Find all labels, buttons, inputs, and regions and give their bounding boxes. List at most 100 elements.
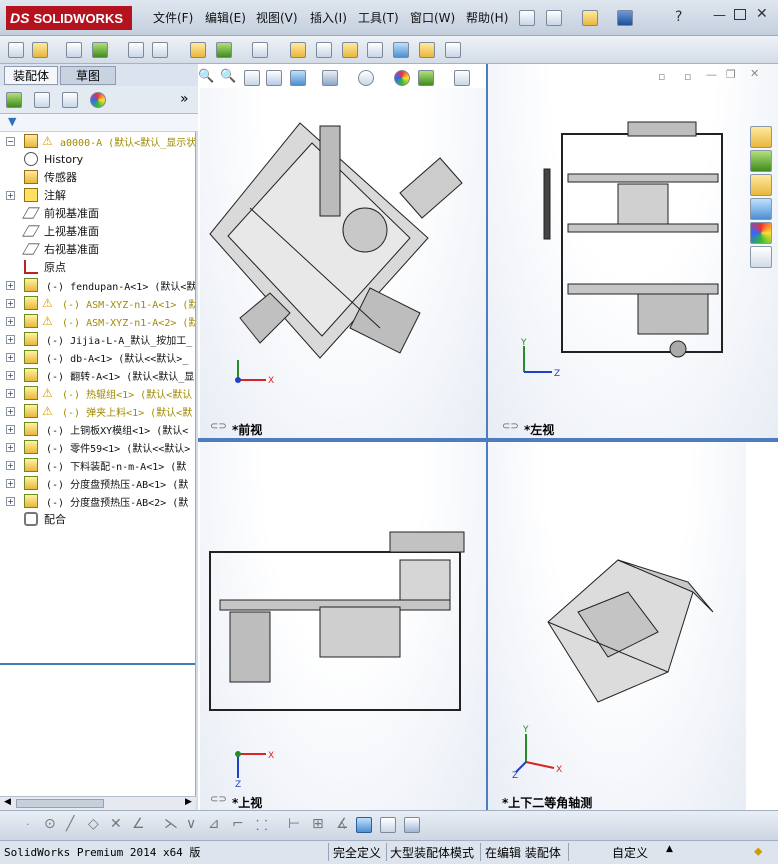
link-view-icon[interactable]: ⊂⊃ [210,421,227,432]
link-view-icon[interactable]: ⊂⊃ [210,794,227,805]
tag-icon[interactable]: ⬥ [754,844,762,859]
tree-item[interactable]: + ⚠ (-) ASM-XYZ-n1-A<1> (默 [0,294,195,312]
hide-show-items-icon[interactable] [358,70,374,86]
link-view-icon[interactable]: ⊂⊃ [502,421,519,432]
menu-file[interactable]: 文件(F) [153,9,193,26]
assembly-features-icon[interactable] [216,42,232,58]
tree-item[interactable]: + (-) 分度盘预热压-AB<1> (默 [0,474,195,492]
viewport-minimize-icon[interactable]: ▫ [658,70,665,83]
displaymanager-icon[interactable] [90,92,106,108]
tree-root[interactable]: − ⚠ a0000-A (默认<默认_显示状 [0,132,195,150]
view-3d-icon[interactable] [356,817,372,833]
edit-appearance-icon[interactable] [394,70,410,86]
expand-icon[interactable]: + [6,496,15,506]
view-settings-icon[interactable] [454,70,470,86]
expand-icon[interactable]: + [6,298,15,308]
tree-item[interactable]: + (-) 零件59<1> (默认<<默认> [0,438,195,456]
tree-item[interactable]: + ⚠ (-) 热辊组<1> (默认<默认 [0,384,195,402]
exploded-view-icon[interactable] [342,42,358,58]
polygon-icon[interactable]: ◇ [88,816,99,832]
tab-sketch[interactable]: 草图 [60,66,116,85]
smart-fasteners-icon[interactable] [128,42,144,58]
tab-assembly[interactable]: 装配体 [4,66,58,85]
new-document-icon[interactable] [546,10,562,26]
explode-line-sketch-icon[interactable] [367,42,383,58]
restore-icon[interactable] [734,9,746,20]
tree-item[interactable]: + (-) 上铜板XY模组<1> (默认< [0,420,195,438]
expand-icon[interactable]: + [6,352,15,362]
open-folder-icon[interactable] [582,10,598,26]
solidworks-logo[interactable]: DS SOLIDWORKS [6,6,132,30]
relation-icon[interactable]: ∡ [336,816,349,832]
insert-component-icon[interactable] [8,42,24,58]
viewport-tile-icon[interactable]: ▫ [684,70,691,83]
display-style-icon[interactable] [322,70,338,86]
expand-icon[interactable]: + [6,370,15,380]
mirror-icon[interactable]: ⋋ [164,816,178,832]
tree-item[interactable]: 右视基准面 [0,240,195,258]
dimension-icon[interactable]: ⊢ [288,816,300,832]
viewport-min-icon[interactable]: — [706,68,717,81]
line-icon[interactable]: ╱ [66,816,74,832]
tree-item[interactable]: + (-) fendupan-A<1> (默认<默 [0,276,195,294]
file-explorer-icon[interactable] [750,174,772,196]
corner-icon[interactable]: ⌐ [232,816,244,832]
expand-icon[interactable]: + [6,424,15,434]
view-orientation-icon[interactable] [290,70,306,86]
new-motion-study-icon[interactable] [290,42,306,58]
convert-entities-icon[interactable]: ⊿ [208,816,220,832]
menu-tools[interactable]: 工具(T) [358,9,399,26]
expand-icon[interactable]: + [6,406,15,416]
expand-icon[interactable]: + [6,190,15,200]
configurationmanager-icon[interactable] [62,92,78,108]
save-icon[interactable] [617,10,633,26]
zoom-area-icon[interactable]: 🔍 [220,69,236,84]
viewport-front[interactable]: X ⊂⊃ *前视 [200,88,486,438]
section-view-icon[interactable] [266,70,282,86]
menu-help[interactable]: 帮助(H) [466,9,508,26]
bill-of-materials-icon[interactable] [316,42,332,58]
expand-icon[interactable]: + [6,316,15,326]
four-view-icon[interactable] [404,817,420,833]
linear-pattern-icon[interactable] [92,42,108,58]
menu-edit[interactable]: 编辑(E) [205,9,246,26]
viewport-iso[interactable]: Y X Z *上下二等角轴测 [488,442,746,810]
spline-icon[interactable]: ⸬ [256,816,268,835]
expand-icon[interactable]: + [6,460,15,470]
point-icon[interactable]: · [26,818,30,831]
single-view-icon[interactable] [380,817,396,833]
collapse-icon[interactable]: − [6,136,15,146]
tree-item[interactable]: + (-) db-A<1> (默认<<默认>_ [0,348,195,366]
tree-horizontal-scrollbar[interactable]: ◀ ▶ [0,796,196,810]
custom-properties-icon[interactable] [750,246,772,268]
trim-icon[interactable]: ✕ [110,816,122,832]
view-palette-icon[interactable] [750,198,772,220]
circle-icon[interactable]: ⊙ [44,816,56,832]
featuremanager-tree-icon[interactable] [6,92,22,108]
close-icon[interactable]: ✕ [756,6,768,22]
propertymanager-icon[interactable] [34,92,50,108]
status-units[interactable]: 自定义 [612,844,648,861]
tree-item[interactable]: + ⚠ (-) 弹夹上料<1> (默认<默 [0,402,195,420]
scroll-right-icon[interactable]: ▶ [185,797,192,807]
viewport-close-icon[interactable]: ✕ [750,67,759,80]
pin-icon[interactable] [519,10,535,26]
tree-item[interactable]: + ⚠ (-) ASM-XYZ-n1-A<2> (默 [0,312,195,330]
show-hidden-icon[interactable] [190,42,206,58]
minimize-icon[interactable]: — [713,8,726,23]
apply-scene-icon[interactable] [418,70,434,86]
tree-item[interactable]: + 注解 [0,186,195,204]
viewport-top[interactable]: X Z ⊂⊃ *上视 [200,442,486,810]
expand-icon[interactable]: + [6,478,15,488]
viewport-left[interactable]: Y Z ⊂⊃ *左视 ▫ ▫ — ❐ ✕ [488,64,778,438]
graphics-area[interactable]: X ⊂⊃ *前视 Y Z ⊂⊃ *左视 ▫ ▫ — ❐ ✕ X Z ⊂⊃ *上视… [198,64,778,810]
filter-icon[interactable]: ▼ [8,115,16,128]
help-icon[interactable]: ? [675,9,682,25]
instant3d-icon[interactable] [445,42,461,58]
tree-item[interactable]: + (-) 翻转-A<1> (默认<默认_显 [0,366,195,384]
viewport-restore-icon[interactable]: ❐ [726,68,736,81]
move-component-icon[interactable] [152,42,168,58]
design-library-icon[interactable] [750,150,772,172]
tree-item[interactable]: + (-) 分度盘预热压-AB<2> (默 [0,492,195,510]
zoom-to-fit-icon[interactable]: 🔍 [198,69,214,84]
